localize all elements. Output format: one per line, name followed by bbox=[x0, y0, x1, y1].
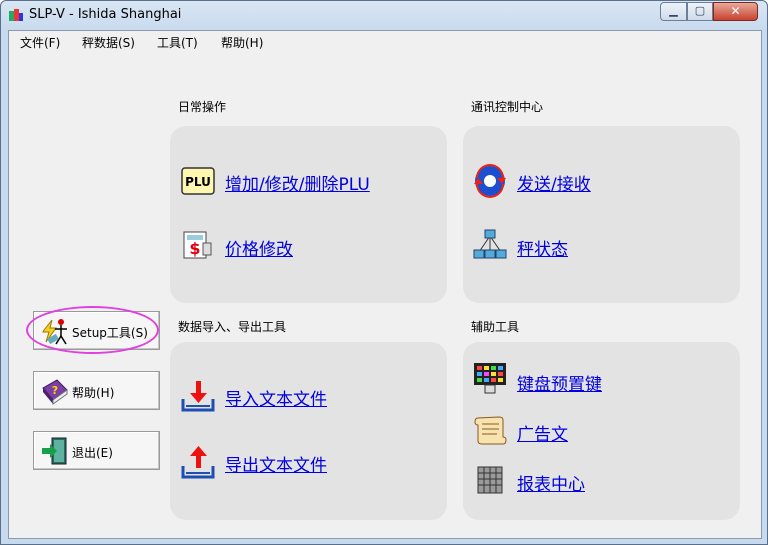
export-icon bbox=[181, 446, 215, 479]
link-report-center[interactable]: 报表中心 bbox=[517, 470, 585, 495]
import-icon bbox=[181, 381, 215, 412]
link-advertisement[interactable]: 广告文 bbox=[517, 420, 568, 445]
panel-data bbox=[170, 342, 447, 520]
minimize-button[interactable]: ▁ bbox=[660, 2, 687, 21]
menu-scale-data[interactable]: 秤数据(S) bbox=[82, 34, 135, 51]
plu-icon: PLU bbox=[181, 167, 215, 195]
panel-daily bbox=[170, 126, 447, 303]
keyboard-preset-icon bbox=[474, 363, 506, 394]
close-icon: ✕ bbox=[730, 4, 741, 18]
scale-status-icon bbox=[473, 229, 507, 259]
menu-help[interactable]: 帮助(H) bbox=[221, 34, 263, 51]
section-title-aux: 辅助工具 bbox=[471, 320, 520, 334]
section-title-daily: 日常操作 bbox=[178, 100, 227, 114]
report-center-icon bbox=[477, 466, 503, 494]
help-book-icon: ? bbox=[42, 379, 68, 405]
exit-label: 退出(E) bbox=[72, 446, 113, 460]
section-title-data: 数据导入、导出工具 bbox=[178, 320, 287, 334]
section-title-comm: 通讯控制中心 bbox=[471, 100, 544, 114]
advertisement-icon bbox=[474, 416, 507, 445]
main-window: SLP-V - Ishida Shanghai ▁ ▢ ✕ 文件(F) 秤数据(… bbox=[0, 0, 768, 545]
svg-text:?: ? bbox=[52, 384, 58, 397]
exit-door-icon bbox=[42, 437, 67, 465]
link-add-edit-delete-plu[interactable]: 增加/修改/删除PLU bbox=[225, 170, 370, 195]
maximize-button[interactable]: ▢ bbox=[687, 2, 713, 21]
price-edit-icon: $ bbox=[183, 231, 212, 259]
help-button[interactable]: ? 帮助(H) bbox=[33, 371, 160, 410]
link-send-receive[interactable]: 发送/接收 bbox=[517, 170, 591, 195]
send-receive-icon bbox=[474, 164, 506, 198]
client-area: 文件(F) 秤数据(S) 工具(T) 帮助(H) 日常操作 通讯控制中心 数据导… bbox=[8, 30, 762, 539]
panel-comm bbox=[463, 126, 740, 303]
app-icon bbox=[9, 9, 23, 21]
link-keyboard-preset[interactable]: 键盘预置键 bbox=[517, 370, 602, 395]
menu-file[interactable]: 文件(F) bbox=[20, 34, 60, 51]
link-export-text-file[interactable]: 导出文本文件 bbox=[225, 451, 327, 476]
menu-bar: 文件(F) 秤数据(S) 工具(T) 帮助(H) bbox=[9, 31, 761, 53]
minimize-icon: ▁ bbox=[669, 4, 678, 17]
help-label: 帮助(H) bbox=[72, 386, 115, 400]
window-title: SLP-V - Ishida Shanghai bbox=[29, 7, 182, 22]
link-price-edit[interactable]: 价格修改 bbox=[225, 235, 293, 260]
link-import-text-file[interactable]: 导入文本文件 bbox=[225, 385, 327, 410]
highlight-annotation bbox=[26, 306, 159, 354]
exit-button[interactable]: 退出(E) bbox=[33, 431, 160, 470]
plu-icon-text: PLU bbox=[185, 175, 211, 189]
menu-tools[interactable]: 工具(T) bbox=[157, 34, 198, 51]
svg-text:$: $ bbox=[189, 239, 200, 258]
title-bar: SLP-V - Ishida Shanghai ▁ ▢ ✕ bbox=[1, 1, 767, 29]
close-button[interactable]: ✕ bbox=[713, 2, 758, 21]
link-scale-status[interactable]: 秤状态 bbox=[517, 235, 568, 260]
maximize-icon: ▢ bbox=[694, 4, 706, 17]
